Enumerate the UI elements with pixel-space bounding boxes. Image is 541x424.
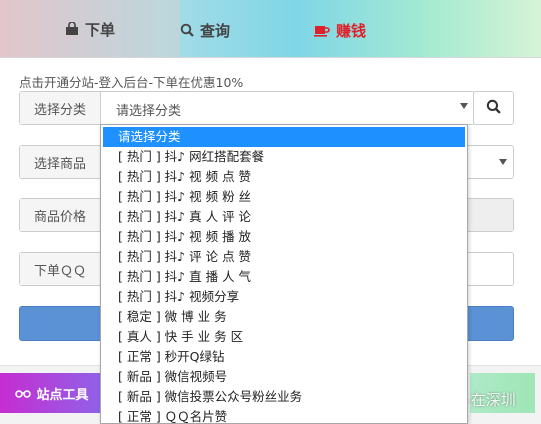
tab-query[interactable]: 查询 [160,14,250,46]
site-tools-button[interactable]: 站点工具 [0,373,104,413]
price-label: 商品价格 [20,199,101,231]
coffee-cup-icon [313,23,330,37]
search-icon [486,99,501,118]
chevron-down-icon [460,103,468,109]
dropdown-option[interactable]: [ 正常 ] 秒开Q绿钻 [101,347,467,367]
tab-earn-label: 赚钱 [335,21,366,40]
tab-earn[interactable]: 赚钱 [290,14,390,46]
product-label: 选择商品 [20,146,101,178]
shopping-bag-icon [65,22,79,36]
tab-query-label: 查询 [199,21,230,40]
dropdown-option[interactable]: [ 新品 ] 微信视频号 [101,367,467,387]
site-tools-label: 站点工具 [36,387,89,403]
tab-order[interactable]: 下单 [0,0,180,58]
dropdown-option[interactable]: [ 热门 ] 抖♪ 网红搭配套餐 [101,147,467,167]
dropdown-option[interactable]: [ 热门 ] 抖♪ 直 播 人 气 [101,267,467,287]
dropdown-option[interactable]: [ 热门 ] 抖♪ 视 频 粉 丝 [101,187,467,207]
promo-notice: 点击开通分站-登入后台-下单在优惠10% [19,75,244,90]
category-selected-value: 请选择分类 [116,104,182,119]
search-icon [180,23,194,37]
qq-label: 下单ＱＱ [20,253,101,285]
dropdown-option[interactable]: 请选择分类 [103,127,465,147]
dropdown-option[interactable]: [ 正常 ] ＱＱ名片赞 [101,407,467,423]
tab-order-label: 下单 [84,20,115,39]
dropdown-option[interactable]: [ 热门 ] 抖♪ 视 频 点 赞 [101,167,467,187]
dropdown-option[interactable]: [ 稳定 ] 微 博 业 务 [101,307,467,327]
category-select[interactable]: 选择分类 请选择分类 [19,91,475,125]
category-label: 选择分类 [20,92,101,124]
chevron-down-icon [499,159,507,165]
category-search-button[interactable] [473,91,514,125]
top-tab-bar: 下单 查询 赚钱 [0,0,541,58]
dropdown-option[interactable]: [ 热门 ] 抖♪ 视频分享 [101,287,467,307]
dropdown-option[interactable]: [ 热门 ] 抖♪ 评 论 点 赞 [101,247,467,267]
dropdown-option[interactable]: [ 新品 ] 微信投票公众号粉丝业务 [101,387,467,407]
dropdown-option[interactable]: [ 热门 ] 抖♪ 视 频 播 放 [101,227,467,247]
dropdown-option[interactable]: [ 真人 ] 快 手 业 务 区 [101,327,467,347]
dropdown-option[interactable]: [ 热门 ] 抖♪ 真 人 评 论 [101,207,467,227]
category-dropdown-list[interactable]: 请选择分类[ 热门 ] 抖♪ 网红搭配套餐[ 热门 ] 抖♪ 视 频 点 赞[ … [100,124,468,424]
glasses-icon [15,388,32,398]
